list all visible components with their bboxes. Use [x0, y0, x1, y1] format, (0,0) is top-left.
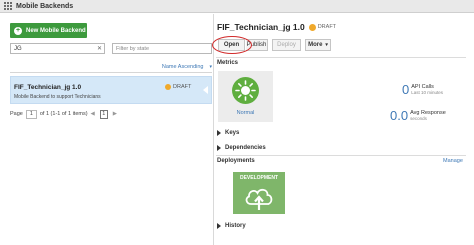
chevron-down-icon: ▾: [209, 63, 212, 70]
status-text: DRAFT: [173, 84, 192, 90]
metrics-heading: Metrics: [217, 60, 239, 66]
draft-status-icon: [308, 23, 316, 31]
api-calls-value: 0: [402, 82, 410, 97]
api-calls-sub: Last 10 minutes: [411, 90, 444, 95]
chevron-down-icon: ▾: [325, 42, 328, 48]
search-input[interactable]: JG ✕: [10, 43, 105, 54]
pagination: Page 1 of 1 (1-1 of 1 items) ◀ 1 ▶: [10, 109, 120, 119]
clear-icon[interactable]: ✕: [95, 45, 104, 52]
more-label: More: [308, 42, 323, 48]
deployments-heading: Deployments: [217, 158, 255, 164]
sun-icon: [232, 77, 259, 104]
page-title: FIF_Technician_jg 1.0: [217, 22, 305, 32]
history-expander[interactable]: History: [217, 223, 246, 229]
page-number-input[interactable]: 1: [25, 109, 37, 119]
cloud-upload-icon: [245, 188, 273, 210]
list-divider: [10, 72, 212, 73]
new-mobile-backend-button[interactable]: + New Mobile Backend: [10, 23, 87, 38]
page-range-text: of 1 (1-1 of 1 items): [39, 111, 88, 117]
triangle-right-icon: [217, 145, 221, 151]
search-value: JG: [14, 45, 22, 52]
sort-label: Name Ascending: [161, 63, 204, 70]
highlight-annotation: [212, 36, 252, 54]
filter-by-state-input[interactable]: Filter by state: [112, 43, 212, 54]
deploy-button: Deploy: [272, 39, 301, 51]
plus-icon: +: [14, 26, 22, 35]
new-mobile-backend-label: New Mobile Backend: [26, 27, 86, 34]
api-calls-stat: 0 API Calls Last 10 minutes: [402, 82, 443, 97]
development-environment-card[interactable]: DEVELOPMENT: [233, 172, 285, 214]
triangle-right-icon: [217, 223, 221, 229]
sort-dropdown[interactable]: Name Ascending ▾: [112, 62, 212, 71]
keys-expander[interactable]: Keys: [217, 130, 239, 136]
backend-name: FIF_Technician_jg 1.0: [14, 84, 82, 91]
list-item[interactable]: FIF_Technician_jg 1.0 Mobile Backend to …: [10, 76, 212, 104]
manage-link[interactable]: Manage: [443, 158, 463, 164]
more-menu-button[interactable]: More ▾: [305, 39, 331, 51]
selection-caret-icon: [203, 86, 208, 94]
next-page-icon[interactable]: ▶: [113, 111, 117, 117]
window-title: Mobile Backends: [16, 2, 74, 10]
page-label: Page: [10, 111, 23, 117]
grid-menu-icon[interactable]: [4, 1, 13, 11]
title-bar: Mobile Backends: [0, 0, 474, 13]
section-divider: [216, 155, 466, 156]
avg-response-value: 0.0: [390, 108, 409, 123]
health-card[interactable]: Normal: [218, 71, 273, 122]
section-divider: [216, 57, 466, 58]
keys-label: Keys: [225, 130, 240, 136]
triangle-right-icon: [217, 130, 221, 136]
backend-description: Mobile Backend to support Technicians: [14, 94, 101, 100]
draft-status-icon: [165, 84, 171, 90]
dependencies-expander[interactable]: Dependencies: [217, 145, 266, 151]
environment-label: DEVELOPMENT: [239, 175, 279, 181]
history-label: History: [225, 223, 246, 229]
current-page-button[interactable]: 1: [99, 109, 108, 119]
health-label: Normal: [236, 110, 255, 116]
avg-response-stat: 0.0 Avg Response seconds: [390, 108, 446, 123]
status-text: DRAFT: [317, 24, 337, 30]
filter-placeholder: Filter by state: [116, 45, 150, 52]
avg-response-sub: seconds: [410, 116, 427, 121]
prev-page-icon[interactable]: ◀: [91, 111, 95, 117]
status-badge: DRAFT: [165, 84, 191, 90]
detail-header: FIF_Technician_jg 1.0 DRAFT: [217, 22, 336, 32]
dependencies-label: Dependencies: [225, 145, 266, 151]
